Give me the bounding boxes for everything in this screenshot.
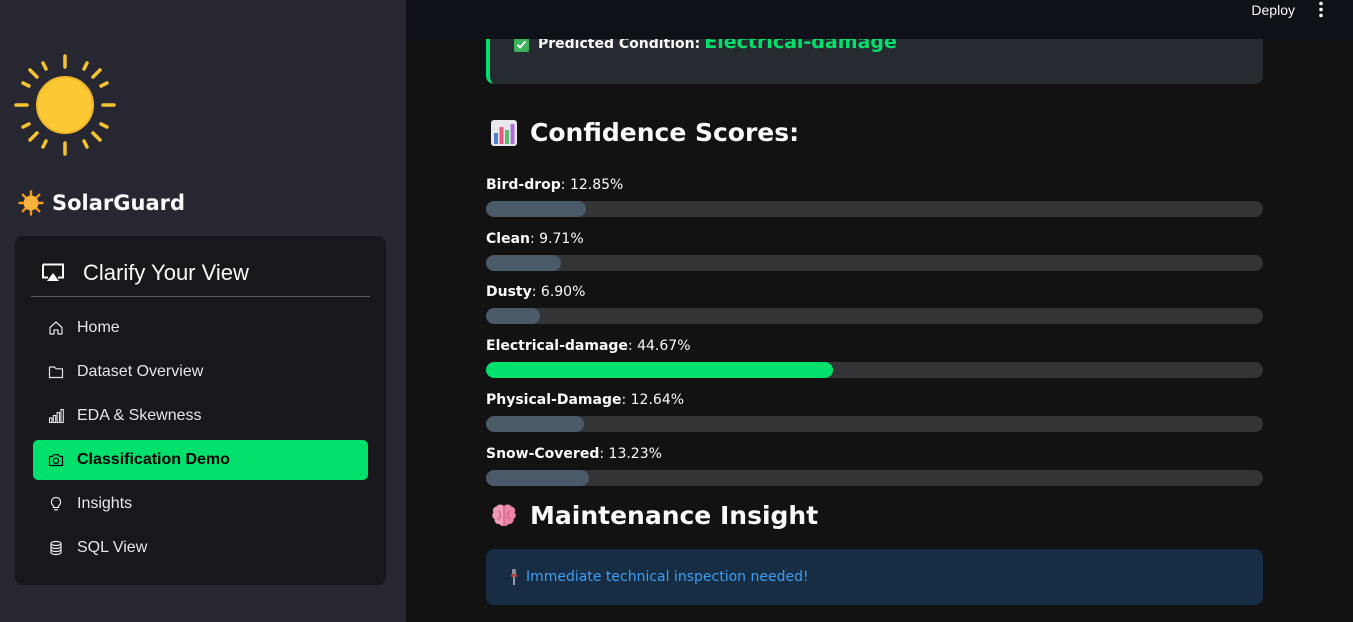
sidebar-item-sql-view[interactable]: SQL View bbox=[33, 528, 368, 568]
confidence-score-row: Clean: 9.71% bbox=[486, 231, 1263, 271]
lightbulb-icon bbox=[50, 496, 62, 511]
brain-icon bbox=[492, 504, 516, 526]
sidebar-item-label: Home bbox=[77, 319, 120, 336]
folder-icon bbox=[48, 366, 64, 379]
camera-icon bbox=[48, 454, 64, 467]
score-class-name: Bird-drop bbox=[486, 177, 561, 193]
bar-chart-icon bbox=[48, 408, 64, 424]
maintenance-heading: Maintenance Insight bbox=[490, 501, 818, 530]
sidebar-item-classification-demo[interactable]: Classification Demo bbox=[33, 440, 368, 480]
progress-bar-track bbox=[486, 308, 1263, 325]
confidence-score-label: Physical-Damage: 12.64% bbox=[486, 391, 685, 408]
confidence-score-label: Clean: 9.71% bbox=[486, 230, 584, 247]
progress-bar-track bbox=[486, 362, 1263, 379]
score-value: 9.71% bbox=[539, 230, 584, 247]
progress-bar-fill bbox=[486, 201, 586, 217]
main-content: Predicted Condition: Electrical-damage C… bbox=[406, 0, 1353, 622]
maintenance-info-alert: Immediate technical inspection needed! bbox=[486, 549, 1263, 605]
nav-menu-header: Clarify Your View bbox=[31, 250, 370, 297]
sun-logo-icon bbox=[14, 54, 116, 156]
deploy-button[interactable]: Deploy bbox=[1251, 1, 1295, 19]
cast-icon bbox=[42, 263, 64, 281]
confidence-score-label: Dusty: 6.90% bbox=[486, 284, 586, 301]
nav-list: Home Dataset Overview EDA & Skewness Cla… bbox=[33, 308, 368, 572]
brand-title: SolarGuard bbox=[18, 190, 185, 216]
score-class-name: Electrical-damage bbox=[486, 338, 628, 355]
maintenance-message: Immediate technical inspection needed! bbox=[526, 569, 809, 585]
score-class-name: Snow-Covered bbox=[486, 445, 600, 462]
score-value: 6.90% bbox=[540, 284, 586, 301]
top-toolbar: Deploy bbox=[406, 0, 1353, 39]
sun-emoji-icon bbox=[18, 190, 44, 216]
progress-bar-fill bbox=[486, 362, 834, 379]
score-value: 44.67% bbox=[637, 338, 691, 355]
sidebar: SolarGuard Clarify Your View Home Datase… bbox=[0, 0, 406, 622]
confidence-score-row: Snow-Covered: 13.23% bbox=[486, 446, 1263, 486]
nav-menu: Clarify Your View Home Dataset Overview bbox=[15, 236, 386, 585]
confidence-score-row: Physical-Damage: 12.64% bbox=[486, 392, 1263, 432]
score-class-name: Physical-Damage bbox=[486, 391, 622, 408]
confidence-score-label: Electrical-damage: 44.67% bbox=[486, 338, 691, 355]
progress-bar-track bbox=[486, 254, 1263, 271]
progress-bar-track bbox=[486, 469, 1263, 486]
app: SolarGuard Clarify Your View Home Datase… bbox=[0, 0, 1353, 622]
confidence-score-label: Snow-Covered: 13.23% bbox=[486, 445, 662, 462]
confidence-score-row: Bird-drop: 12.85% bbox=[486, 177, 1263, 217]
progress-bar-fill bbox=[486, 308, 540, 325]
sidebar-item-dataset-overview[interactable]: Dataset Overview bbox=[33, 352, 368, 392]
pin-icon bbox=[511, 569, 517, 585]
confidence-heading: Confidence Scores: bbox=[490, 118, 799, 147]
sidebar-item-eda-skewness[interactable]: EDA & Skewness bbox=[33, 396, 368, 436]
nav-menu-title: Clarify Your View bbox=[83, 260, 249, 285]
sidebar-item-label: Classification Demo bbox=[77, 451, 230, 468]
sidebar-item-label: Insights bbox=[77, 495, 133, 512]
progress-bar-fill bbox=[486, 469, 589, 486]
confidence-score-row: Electrical-damage: 44.67% bbox=[486, 338, 1263, 379]
progress-bar-fill bbox=[486, 254, 562, 271]
score-class-name: Clean bbox=[486, 230, 530, 247]
sidebar-item-label: Dataset Overview bbox=[77, 363, 204, 380]
confidence-score-label: Bird-drop: 12.85% bbox=[486, 177, 624, 193]
score-value: 13.23% bbox=[608, 445, 662, 462]
progress-bar-track bbox=[486, 201, 1263, 217]
more-menu-icon[interactable] bbox=[1313, 0, 1329, 20]
brand-label: SolarGuard bbox=[52, 191, 186, 215]
home-icon bbox=[49, 321, 63, 335]
score-class-name: Dusty bbox=[486, 284, 532, 301]
confidence-title: Confidence Scores: bbox=[530, 118, 800, 147]
sidebar-item-label: SQL View bbox=[77, 539, 148, 556]
progress-bar-track bbox=[486, 415, 1263, 432]
score-value: 12.85% bbox=[569, 177, 624, 193]
confidence-score-row: Dusty: 6.90% bbox=[486, 284, 1263, 325]
sidebar-item-home[interactable]: Home bbox=[33, 308, 368, 348]
sidebar-item-label: EDA & Skewness bbox=[77, 407, 202, 424]
maintenance-title: Maintenance Insight bbox=[530, 501, 819, 530]
chart-emoji-icon bbox=[491, 119, 517, 146]
score-value: 12.64% bbox=[630, 391, 685, 408]
sidebar-item-insights[interactable]: Insights bbox=[33, 484, 368, 524]
database-icon bbox=[50, 540, 62, 556]
progress-bar-fill bbox=[486, 415, 585, 432]
